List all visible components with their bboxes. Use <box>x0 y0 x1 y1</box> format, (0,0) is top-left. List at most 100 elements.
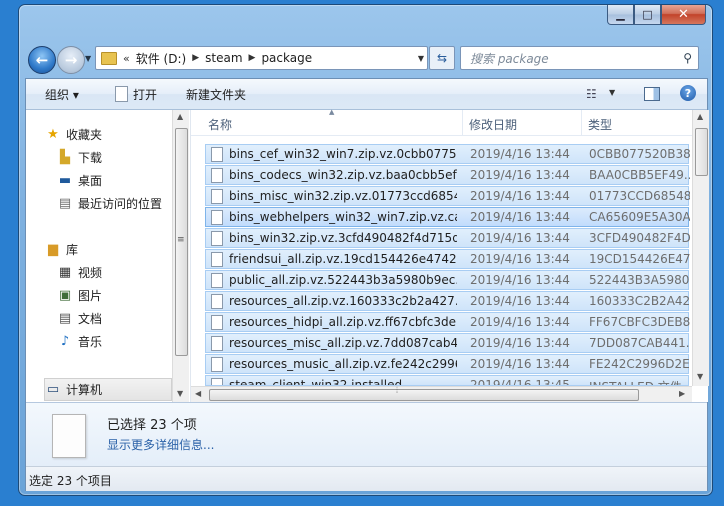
breadcrumb-chevron-icon[interactable]: ▶ <box>249 53 256 63</box>
file-row[interactable]: resources_all.zip.vz.160333c2b2a427... 2… <box>205 291 690 311</box>
file-type: INSTALLED 文件 <box>589 378 688 385</box>
file-date: 2019/4/16 13:44 <box>470 336 570 350</box>
maximize-button[interactable]: □ <box>634 5 661 25</box>
video-icon: ▦ <box>58 265 72 280</box>
file-icon <box>211 357 223 372</box>
minimize-button[interactable]: ▁ <box>607 5 634 25</box>
file-list: ▲ 名称 修改日期 类型 bins_cef_win32_win7.zip.vz.… <box>190 108 709 403</box>
file-name: resources_all.zip.vz.160333c2b2a427... <box>229 294 457 308</box>
address-bar[interactable]: « 软件 (D:) ▶ steam ▶ package ▼ <box>95 46 428 70</box>
file-type: BAA0CBB5EF49... <box>589 168 690 182</box>
search-input[interactable]: 搜索 package ⚲ <box>460 46 699 70</box>
scrollbar-thumb[interactable] <box>695 128 708 176</box>
open-button[interactable]: 打开 <box>133 86 157 103</box>
address-dropdown-icon[interactable]: ▼ <box>415 54 427 63</box>
nav-label: 收藏夹 <box>66 128 103 142</box>
file-type: 160333C2B2A42... <box>589 294 690 308</box>
file-row[interactable]: bins_webhelpers_win32_win7.zip.vz.ca... … <box>205 207 690 227</box>
file-name: bins_cef_win32_win7.zip.vz.0cbb07752... <box>229 147 457 161</box>
recent-pages-dropdown[interactable]: ▼ <box>85 54 91 63</box>
file-name: bins_webhelpers_win32_win7.zip.vz.ca... <box>229 210 457 224</box>
scroll-left-icon[interactable]: ◀ <box>195 389 201 398</box>
refresh-button[interactable]: ⇆ <box>429 46 455 70</box>
folder-icon <box>101 51 117 65</box>
file-row[interactable]: steam_client_win32.installed 2019/4/16 1… <box>205 375 689 386</box>
column-type[interactable]: 类型 <box>588 116 612 133</box>
status-text: 选定 23 个项目 <box>29 474 112 488</box>
new-folder-button[interactable]: 新建文件夹 <box>186 86 246 103</box>
breadcrumb-chevron-icon[interactable]: ▶ <box>192 53 199 63</box>
file-row[interactable]: bins_misc_win32.zip.vz.01773ccd6854... 2… <box>205 186 690 206</box>
file-date: 2019/4/16 13:44 <box>470 231 570 245</box>
scroll-down-icon[interactable]: ▼ <box>697 372 703 381</box>
file-type: 0CBB077520B38... <box>589 147 690 161</box>
file-list-vertical-scrollbar[interactable]: ▲ ▼ <box>692 110 709 386</box>
file-row[interactable]: bins_codecs_win32.zip.vz.baa0cbb5ef... 2… <box>205 165 690 185</box>
sort-ascending-icon: ▲ <box>329 108 335 116</box>
breadcrumb-package[interactable]: package <box>261 51 312 65</box>
multiple-files-icon <box>52 414 86 458</box>
scrollbar-thumb[interactable] <box>209 389 639 401</box>
file-date: 2019/4/16 13:44 <box>470 252 570 266</box>
preview-pane-icon[interactable] <box>644 87 660 101</box>
file-name: resources_misc_all.zip.vz.7dd087cab4... <box>229 336 457 350</box>
back-button[interactable]: ← <box>28 46 56 74</box>
nav-computer[interactable]: ▭ 计算机 <box>44 378 172 401</box>
file-type: CA65609E5A30A... <box>589 210 690 224</box>
breadcrumb-drive[interactable]: 软件 (D:) <box>136 50 186 67</box>
help-icon[interactable]: ? <box>680 85 696 101</box>
recent-places-icon: ▤ <box>58 196 72 211</box>
breadcrumb-steam[interactable]: steam <box>205 51 242 65</box>
file-date: 2019/4/16 13:44 <box>470 210 570 224</box>
file-type: 19CD154426E47... <box>589 252 690 266</box>
forward-button[interactable]: → <box>57 46 85 74</box>
view-options-icon[interactable]: ☷ <box>586 87 597 101</box>
file-row[interactable]: bins_cef_win32_win7.zip.vz.0cbb07752... … <box>205 144 690 164</box>
close-button[interactable]: ✕ <box>661 5 706 25</box>
file-icon <box>211 147 223 162</box>
organize-button[interactable]: 组织 ▾ <box>45 86 79 103</box>
file-row[interactable]: bins_win32.zip.vz.3cfd490482f4d715d... 2… <box>205 228 690 248</box>
column-modified[interactable]: 修改日期 <box>469 116 517 133</box>
selection-summary: 已选择 23 个项 <box>107 418 197 433</box>
scrollbar-grip-icon: ≡ <box>177 235 185 245</box>
file-icon <box>211 294 223 309</box>
nav-favorites[interactable]: ★ 收藏夹 <box>45 124 191 145</box>
column-name[interactable]: 名称 <box>208 116 232 133</box>
nav-pane-scrollbar[interactable]: ▲ ≡ ▼ <box>172 110 189 402</box>
file-row[interactable]: friendsui_all.zip.vz.19cd154426e4742... … <box>205 249 690 269</box>
file-icon <box>211 273 223 288</box>
computer-icon: ▭ <box>46 382 60 397</box>
show-more-details-link[interactable]: 显示更多详细信息... <box>107 436 214 453</box>
file-name: friendsui_all.zip.vz.19cd154426e4742... <box>229 252 457 266</box>
column-divider[interactable] <box>581 110 582 135</box>
address-overflow[interactable]: « <box>123 52 130 65</box>
arrow-right-icon: → <box>64 51 78 69</box>
file-date: 2019/4/16 13:44 <box>470 189 570 203</box>
file-type: FE242C2996D2E... <box>589 357 690 371</box>
scroll-up-icon[interactable]: ▲ <box>177 112 183 121</box>
file-name: bins_misc_win32.zip.vz.01773ccd6854... <box>229 189 457 203</box>
search-icon[interactable]: ⚲ <box>683 51 692 65</box>
scroll-up-icon[interactable]: ▲ <box>697 112 703 121</box>
nav-libraries[interactable]: ▆ 库 <box>45 239 191 260</box>
file-name: bins_codecs_win32.zip.vz.baa0cbb5ef... <box>229 168 457 182</box>
file-row[interactable]: public_all.zip.vz.522443b3a5980b9ec... 2… <box>205 270 690 290</box>
star-icon: ★ <box>47 127 59 142</box>
column-header-row: ▲ 名称 修改日期 类型 <box>191 108 708 136</box>
file-list-horizontal-scrollbar[interactable]: ◀ ⦙ ▶ <box>191 386 692 403</box>
file-date: 2019/4/16 13:44 <box>470 294 570 308</box>
file-name: resources_hidpi_all.zip.vz.ff67cbfc3de..… <box>229 315 457 329</box>
file-row[interactable]: resources_hidpi_all.zip.vz.ff67cbfc3de..… <box>205 312 690 332</box>
nav-label: 音乐 <box>78 335 103 349</box>
scroll-right-icon[interactable]: ▶ <box>679 389 685 398</box>
details-pane: 已选择 23 个项 显示更多详细信息... <box>26 402 707 466</box>
file-row[interactable]: resources_misc_all.zip.vz.7dd087cab4... … <box>205 333 690 353</box>
scroll-down-icon[interactable]: ▼ <box>177 389 183 398</box>
library-icon: ▆ <box>48 242 58 257</box>
column-divider[interactable] <box>462 110 463 135</box>
nav-label: 图片 <box>78 289 103 303</box>
view-dropdown-icon[interactable]: ▼ <box>609 88 615 97</box>
file-row[interactable]: resources_music_all.zip.vz.fe242c2996...… <box>205 354 690 374</box>
file-date: 2019/4/16 13:44 <box>470 357 570 371</box>
